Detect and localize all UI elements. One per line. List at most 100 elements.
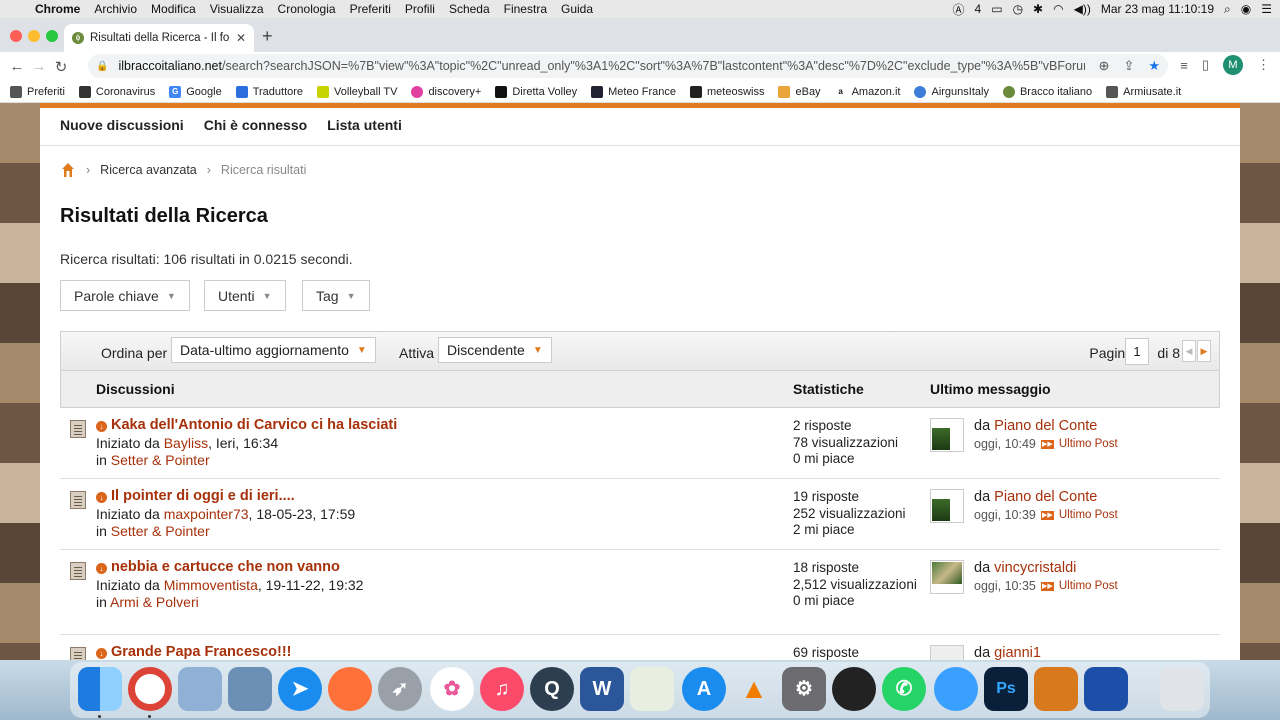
back-icon[interactable]: ← — [6, 58, 28, 75]
avatar[interactable] — [930, 645, 964, 660]
menu-guida[interactable]: Guida — [554, 2, 600, 16]
side-panel-icon[interactable]: ▯ — [1202, 57, 1209, 73]
spotlight-icon[interactable]: ⌕ — [1224, 2, 1231, 17]
battery-icon[interactable]: ▭ — [991, 2, 1002, 16]
menu-visualizza[interactable]: Visualizza — [203, 2, 271, 16]
forward-icon[interactable]: → — [28, 58, 50, 75]
thread-author[interactable]: Bayliss — [164, 435, 208, 451]
forum-link[interactable]: Setter & Pointer — [111, 452, 210, 468]
menu-cronologia[interactable]: Cronologia — [271, 2, 343, 16]
direction-select[interactable]: Discendente ▼ — [438, 337, 552, 363]
last-post-link[interactable]: Ultimo Post — [1059, 438, 1118, 450]
chrome-menu-icon[interactable]: ⋮ — [1257, 57, 1270, 73]
share-icon[interactable]: ⇪ — [1123, 58, 1134, 74]
bookmark-preferiti[interactable]: Preferiti — [10, 85, 65, 98]
bookmark-coronavirus[interactable]: Coronavirus — [78, 85, 155, 98]
thread-author[interactable]: Mimmoventista — [164, 577, 258, 593]
menu-finestra[interactable]: Finestra — [497, 2, 554, 16]
address-bar[interactable]: 🔒 ilbraccoitaliano.net/search?searchJSON… — [88, 54, 1168, 78]
keyboard-viewer-icon[interactable] — [1084, 667, 1128, 711]
maps-icon[interactable] — [630, 667, 674, 711]
go-first-unread-icon[interactable]: ↓ — [96, 421, 107, 432]
home-icon[interactable] — [60, 161, 76, 179]
bookmark-meteo-france[interactable]: Meteo France — [591, 85, 676, 98]
whatsapp-icon[interactable]: ✆ — [882, 667, 926, 711]
messages-icon[interactable] — [934, 667, 978, 711]
menu-preferiti[interactable]: Preferiti — [343, 2, 398, 16]
chrome-icon[interactable] — [128, 667, 172, 711]
nav-chi-e-connesso[interactable]: Chi è connesso — [204, 117, 307, 133]
breadcrumb-ricerca-avanzata[interactable]: Ricerca avanzata — [100, 163, 197, 177]
bookmark-star-icon[interactable]: ★ — [1148, 58, 1160, 74]
bookmark-meteoswiss[interactable]: meteoswiss — [690, 85, 764, 98]
thread-title[interactable]: nebbia e cartucce che non vanno — [111, 559, 340, 575]
avatar[interactable] — [930, 418, 964, 452]
zoom-icon[interactable]: ⊕ — [1099, 58, 1110, 74]
last-user-link[interactable]: gianni1 — [994, 645, 1041, 660]
time-machine-icon[interactable]: ◷ — [1013, 2, 1023, 16]
col-statistiche[interactable]: Statistiche — [793, 381, 864, 397]
photoshop-icon[interactable]: Ps — [984, 667, 1028, 711]
forum-link[interactable]: Setter & Pointer — [111, 523, 210, 539]
bookmark-discovery[interactable]: discovery+ — [411, 85, 481, 98]
bookmark-airgunsitaly[interactable]: AirgunsItaly — [914, 85, 989, 98]
last-post-icon[interactable]: ▶▶ — [1040, 439, 1054, 449]
lock-icon[interactable]: 🔒 — [96, 61, 108, 72]
menu-modifica[interactable]: Modifica — [144, 2, 203, 16]
safari-icon[interactable]: ➤ — [278, 667, 322, 711]
order-select[interactable]: Data-ultimo aggiornamento ▼ — [171, 337, 376, 363]
bluetooth-icon[interactable]: ✱ — [1033, 2, 1043, 16]
menu-archivio[interactable]: Archivio — [87, 2, 144, 16]
music-icon[interactable]: ♫ — [480, 667, 524, 711]
menu-scheda[interactable]: Scheda — [442, 2, 497, 16]
go-first-unread-icon[interactable]: ↓ — [96, 492, 107, 503]
thread-author[interactable]: maxpointer73 — [164, 506, 249, 522]
word-icon[interactable]: W — [580, 667, 624, 711]
last-post-link[interactable]: Ultimo Post — [1059, 509, 1118, 521]
quicktime-icon[interactable]: Q — [530, 667, 574, 711]
reading-list-icon[interactable]: ≡ — [1180, 58, 1188, 73]
photos-icon[interactable]: ✿ — [430, 667, 474, 711]
menu-app-name[interactable]: Chrome — [28, 2, 87, 16]
firefox-icon[interactable] — [328, 667, 372, 711]
vlc-icon[interactable]: ▲ — [732, 667, 776, 711]
launchpad-icon[interactable]: ➶ — [378, 667, 422, 711]
control-center-icon[interactable]: ☰ — [1261, 2, 1272, 16]
profile-avatar[interactable]: M — [1223, 55, 1243, 75]
col-ultimo-messaggio[interactable]: Ultimo messaggio — [930, 381, 1051, 397]
bookmark-google[interactable]: G Google — [169, 85, 222, 98]
finder-icon[interactable] — [78, 667, 122, 711]
avatar[interactable] — [930, 560, 964, 594]
clock[interactable]: Mar 23 mag 11:10:19 — [1101, 2, 1214, 16]
forum-link[interactable]: Armi & Polveri — [110, 594, 199, 610]
thread-title[interactable]: Kaka dell'Antonio di Carvico ci ha lasci… — [111, 417, 397, 433]
filter-tag-button[interactable]: Tag ▼ — [302, 280, 370, 311]
minimize-window-button[interactable] — [28, 30, 40, 42]
last-user-link[interactable]: vincycristaldi — [994, 560, 1076, 576]
calculator-icon[interactable] — [1034, 667, 1078, 711]
avatar[interactable] — [930, 489, 964, 523]
last-post-link[interactable]: Ultimo Post — [1059, 580, 1118, 592]
nav-nuove-discussioni[interactable]: Nuove discussioni — [60, 117, 184, 133]
thread-title[interactable]: Il pointer di oggi e di ieri.... — [111, 488, 295, 504]
bookmark-diretta-volley[interactable]: Diretta Volley — [495, 85, 577, 98]
new-tab-icon[interactable]: + — [262, 26, 273, 47]
next-page-icon[interactable]: ▶ — [1197, 340, 1211, 362]
go-first-unread-icon[interactable]: ↓ — [96, 648, 107, 659]
system-preferences-icon[interactable]: ⚙ — [782, 667, 826, 711]
app-store-icon[interactable]: A — [682, 667, 726, 711]
trash-icon[interactable] — [1160, 667, 1204, 711]
bookmark-ebay[interactable]: eBay — [778, 85, 821, 98]
siri-icon[interactable]: ◉ — [1241, 2, 1251, 16]
bookmark-bracco-italiano[interactable]: Bracco italiano — [1002, 85, 1092, 98]
go-first-unread-icon[interactable]: ↓ — [96, 563, 107, 574]
reload-icon[interactable]: ↻ — [50, 58, 72, 76]
filter-parole-chiave-button[interactable]: Parole chiave ▼ — [60, 280, 190, 311]
keyboard-icon[interactable]: Ⓐ — [953, 1, 965, 18]
bookmark-armiusate[interactable]: Armiusate.it — [1106, 85, 1181, 98]
volume-icon[interactable]: ◀)) — [1074, 2, 1091, 16]
prev-page-icon[interactable]: ◀ — [1182, 340, 1196, 362]
photo-booth-icon[interactable] — [832, 667, 876, 711]
nav-lista-utenti[interactable]: Lista utenti — [327, 117, 402, 133]
last-user-link[interactable]: Piano del Conte — [994, 418, 1097, 434]
